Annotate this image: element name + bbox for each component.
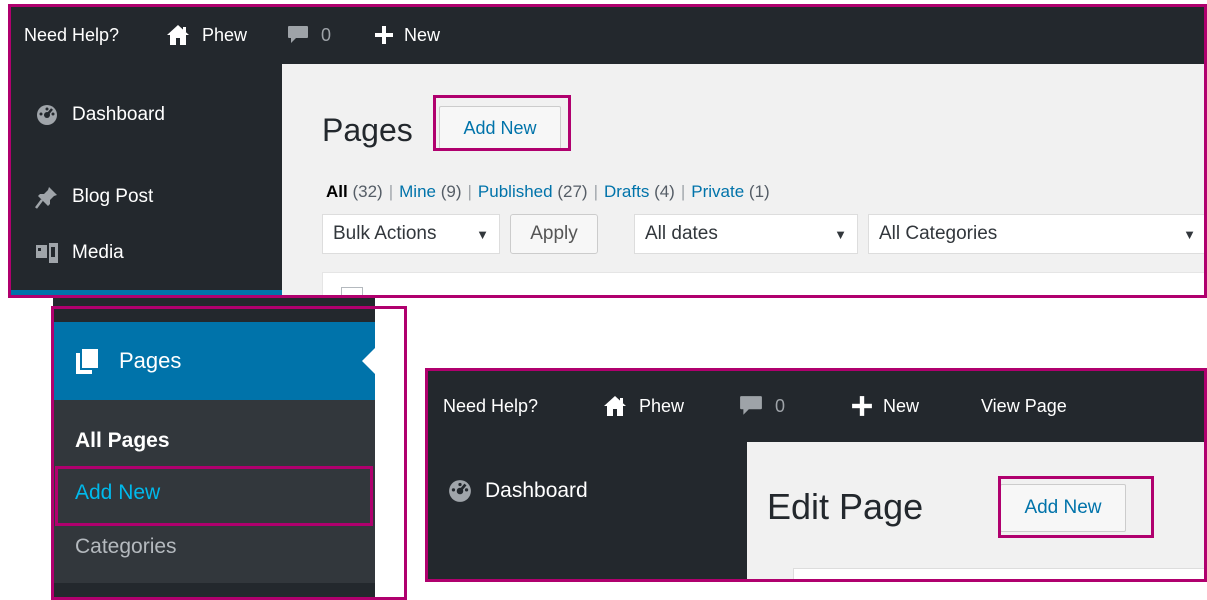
pushpin-icon	[32, 185, 62, 209]
home-icon	[603, 395, 627, 417]
dropdown-arrow-icon: ▼	[1183, 226, 1196, 242]
admin-bar-site[interactable]: Phew	[603, 370, 684, 442]
add-new-button[interactable]: Add New	[439, 106, 561, 150]
sidebar-current-item-edge	[10, 290, 282, 296]
filter-published[interactable]: Published	[478, 182, 553, 201]
plus-icon	[851, 395, 873, 417]
categories-filter-select[interactable]: All Categories ▼	[868, 214, 1207, 254]
sidebar-item-dashboard[interactable]: Dashboard	[427, 468, 747, 514]
apply-button[interactable]: Apply	[510, 214, 598, 254]
plus-icon	[374, 25, 394, 45]
pages-table-header	[322, 272, 1207, 296]
submenu-add-new[interactable]: Add New	[53, 466, 375, 520]
sidebar-item-media[interactable]: Media	[10, 230, 282, 276]
admin-bar-site[interactable]: Phew	[166, 6, 247, 64]
pages-content: Pages Add New All (32) | Mine (9) | Publishe…	[282, 64, 1207, 296]
edit-page-content: Edit Page Add New	[747, 442, 1207, 580]
submenu-all-pages[interactable]: All Pages	[53, 414, 375, 468]
comment-bubble-icon	[739, 395, 763, 417]
menu-item-above	[53, 298, 375, 322]
pages-menu-panel: Pages All Pages Add New Categories	[53, 298, 375, 600]
admin-bar-comments[interactable]: 0	[287, 6, 331, 64]
admin-bar-need-help[interactable]: Need Help?	[24, 6, 119, 64]
admin-bar-need-help[interactable]: Need Help?	[443, 370, 538, 442]
admin-bar: Need Help? Phew 0 New View Page	[427, 370, 1207, 442]
media-icon	[32, 242, 62, 264]
page-title-input[interactable]	[793, 568, 1207, 580]
select-all-checkbox[interactable]	[341, 287, 363, 296]
admin-bar-view-page[interactable]: View Page	[981, 370, 1067, 442]
admin-bar-new[interactable]: New	[374, 6, 440, 64]
sidebar-item-dashboard[interactable]: Dashboard	[10, 92, 282, 138]
admin-bar-comments[interactable]: 0	[739, 370, 785, 442]
filter-drafts[interactable]: Drafts	[604, 182, 649, 201]
add-new-button[interactable]: Add New	[1000, 484, 1126, 532]
admin-sidebar: Dashboard Blog Post Media	[10, 64, 282, 296]
page-title: Pages	[322, 112, 413, 148]
dropdown-arrow-icon: ▼	[834, 226, 847, 242]
filter-all[interactable]: All	[326, 182, 348, 201]
filter-private[interactable]: Private	[691, 182, 744, 201]
menu-item-below	[53, 583, 375, 600]
dashboard-gauge-icon	[445, 479, 475, 503]
admin-bar: Need Help? Phew 0 New	[10, 6, 1207, 64]
admin-sidebar: Dashboard	[427, 442, 747, 580]
comment-bubble-icon	[287, 25, 309, 45]
pages-list-screen: Need Help? Phew 0 New Dashboard Blog Pos…	[10, 6, 1207, 296]
admin-bar-new[interactable]: New	[851, 370, 919, 442]
sidebar-item-blog-post[interactable]: Blog Post	[10, 174, 282, 220]
filter-mine[interactable]: Mine	[399, 182, 436, 201]
dates-filter-select[interactable]: All dates ▼	[634, 214, 858, 254]
dashboard-gauge-icon	[32, 104, 62, 126]
pages-icon	[75, 347, 101, 375]
bulk-actions-select[interactable]: Bulk Actions ▼	[322, 214, 500, 254]
home-icon	[166, 24, 190, 46]
page-title: Edit Page	[767, 486, 924, 527]
current-menu-arrow	[362, 348, 375, 374]
dropdown-arrow-icon: ▼	[476, 226, 489, 242]
sidebar-item-pages[interactable]: Pages	[53, 322, 375, 400]
submenu-categories[interactable]: Categories	[53, 520, 375, 574]
edit-page-screen: Need Help? Phew 0 New View Page Dashboar…	[427, 370, 1207, 580]
page-status-filters: All (32) | Mine (9) | Published (27) | Drafts …	[326, 182, 770, 201]
